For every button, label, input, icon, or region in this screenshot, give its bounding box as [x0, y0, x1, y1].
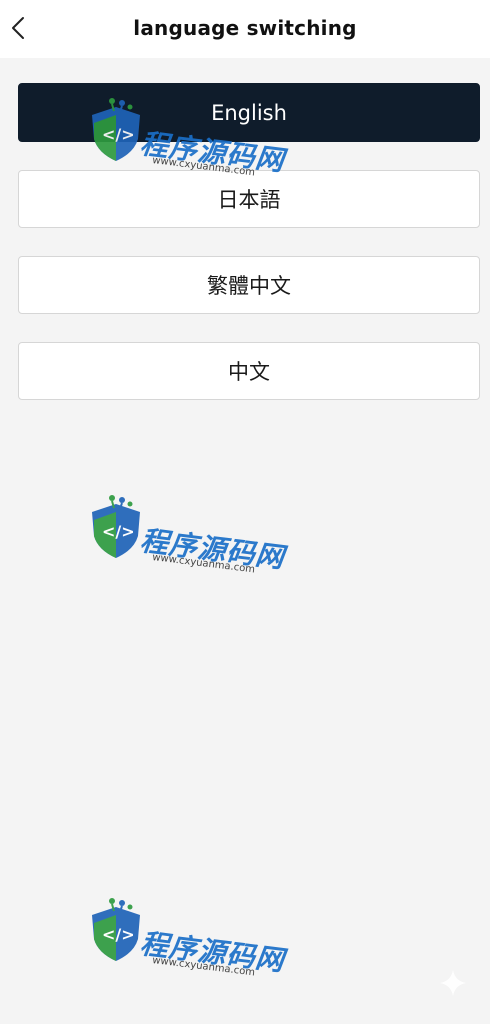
- sparkle-icon: [438, 968, 468, 1002]
- svg-text:</>: </>: [102, 522, 135, 541]
- watermark-brand: 程序源码网: [138, 926, 287, 978]
- language-option-japanese[interactable]: 日本語: [18, 170, 480, 228]
- shield-logo-icon: </>: [92, 495, 140, 558]
- language-option-simplified-chinese[interactable]: 中文: [18, 342, 480, 400]
- watermark-url: www.cxyuanma.com: [151, 955, 256, 979]
- svg-text:</>: </>: [102, 925, 135, 944]
- watermark: </> 程序源码网 www.cxyuanma.com: [86, 492, 306, 592]
- language-option-traditional-chinese[interactable]: 繁體中文: [18, 256, 480, 314]
- shield-logo-icon: </>: [92, 898, 140, 961]
- language-list: English 日本語 繁體中文 中文: [18, 83, 480, 428]
- watermark-url: www.cxyuanma.com: [151, 552, 256, 576]
- language-option-english[interactable]: English: [18, 83, 480, 142]
- page-title: language switching: [133, 16, 357, 40]
- watermark: </> 程序源码网 www.cxyuanma.com: [86, 895, 306, 995]
- watermark-brand: 程序源码网: [138, 523, 287, 575]
- top-bar: language switching: [0, 0, 490, 58]
